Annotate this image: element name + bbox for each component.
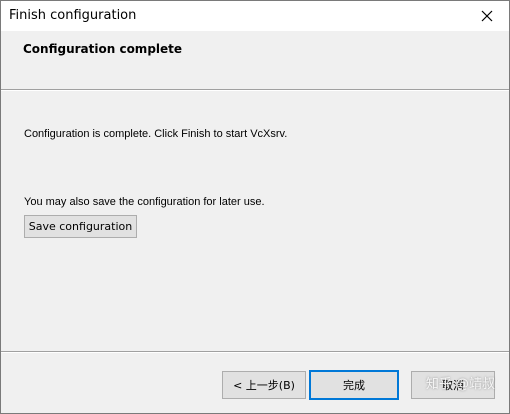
close-icon — [481, 10, 493, 22]
footer-divider — [1, 351, 509, 353]
finish-button-label: 完成 — [343, 379, 365, 392]
back-button-label: < 上一步(B) — [233, 379, 295, 392]
save-configuration-button[interactable]: Save configuration — [24, 215, 137, 238]
wizard-header: Configuration complete — [1, 31, 509, 89]
save-configuration-label: Save configuration — [28, 220, 133, 233]
close-button[interactable] — [465, 1, 509, 31]
dialog-window: Finish configuration Configuration compl… — [0, 0, 510, 414]
completion-message: Configuration is complete. Click Finish … — [24, 128, 288, 140]
back-button[interactable]: < 上一步(B) — [222, 371, 306, 399]
cancel-button[interactable]: 取消 — [411, 371, 495, 399]
cancel-button-label: 取消 — [442, 379, 464, 392]
finish-button[interactable]: 完成 — [309, 370, 399, 400]
title-bar: Finish configuration — [1, 1, 509, 31]
header-divider — [1, 89, 509, 91]
save-hint-text: You may also save the configuration for … — [24, 196, 265, 208]
page-title: Configuration complete — [23, 42, 183, 56]
window-title: Finish configuration — [9, 8, 137, 23]
